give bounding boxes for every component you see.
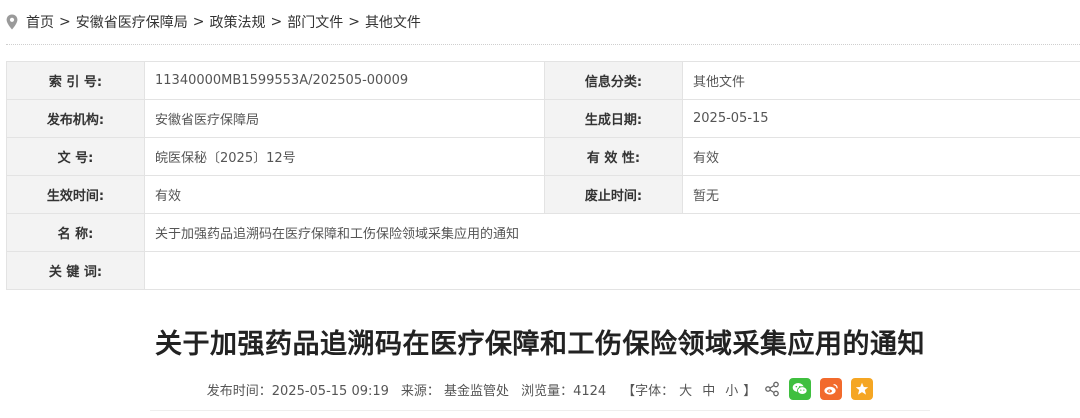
index-number-label: 索 引 号: — [6, 61, 145, 100]
document-number-label: 文 号: — [6, 137, 145, 176]
font-size-large-button[interactable]: 大 — [679, 384, 692, 399]
breadcrumb-separator: > — [59, 14, 71, 30]
effective-time-value: 有效 — [144, 175, 545, 214]
created-date-label: 生成日期: — [544, 99, 683, 138]
keywords-label: 关 键 词: — [6, 251, 145, 290]
font-size-prefix: 【字体： — [622, 383, 675, 399]
font-size-control: 【字体： 大中小】 — [622, 380, 756, 399]
index-number-value: 11340000MB1599553A/202505-00009 — [144, 61, 545, 100]
document-number-value: 皖医保秘〔2025〕12号 — [144, 137, 545, 176]
effective-time-label: 生效时间: — [6, 175, 145, 214]
breadcrumb-separator: > — [192, 14, 205, 30]
breadcrumb-bureau[interactable]: 安徽省医疗保障局 — [76, 12, 188, 32]
table-row: 发布机构: 安徽省医疗保障局 生成日期: 2025-05-15 — [6, 99, 1080, 138]
view-count: 浏览量：4124 — [521, 383, 607, 399]
breadcrumb-separator: > — [270, 14, 283, 30]
breadcrumb: 首页 > 安徽省医疗保障局 > 政策法规 > 部门文件 > 其他文件 — [6, 10, 421, 34]
wechat-icon[interactable] — [789, 378, 812, 400]
breadcrumb-divider — [6, 44, 1080, 45]
font-size-small-button[interactable]: 小 — [725, 384, 738, 399]
table-row: 关 键 词: — [6, 251, 1080, 290]
validity-label: 有 效 性: — [544, 137, 683, 176]
document-name-value: 关于加强药品追溯码在医疗保障和工伤保险领域采集应用的通知 — [144, 213, 1080, 252]
breadcrumb-policy[interactable]: 政策法规 — [209, 12, 265, 32]
breadcrumb-home[interactable]: 首页 — [26, 12, 54, 32]
table-row: 索 引 号: 11340000MB1599553A/202505-00009 信… — [6, 61, 1080, 100]
font-size-suffix: 】 — [743, 383, 757, 399]
source: 来源： 基金监管处 — [400, 383, 510, 399]
repeal-time-label: 废止时间: — [544, 175, 683, 214]
font-size-medium-button[interactable]: 中 — [702, 384, 715, 399]
location-pin-icon — [6, 14, 18, 30]
breadcrumb-other-docs[interactable]: 其他文件 — [365, 12, 421, 32]
keywords-value — [144, 251, 1080, 290]
star-icon[interactable] — [851, 378, 874, 400]
table-row: 文 号: 皖医保秘〔2025〕12号 有 效 性: 有效 — [6, 137, 1080, 176]
article-title: 关于加强药品追溯码在医疗保障和工伤保险领域采集应用的通知 — [155, 329, 925, 360]
publisher-label: 发布机构: — [6, 99, 145, 138]
category-value: 其他文件 — [682, 61, 1080, 100]
table-row: 名 称: 关于加强药品追溯码在医疗保障和工伤保险领域采集应用的通知 — [6, 213, 1080, 252]
breadcrumb-separator: > — [348, 14, 360, 30]
validity-value: 有效 — [682, 137, 1080, 176]
document-name-label: 名 称: — [6, 213, 145, 252]
repeal-time-value: 暂无 — [682, 175, 1080, 214]
weibo-icon[interactable] — [820, 378, 843, 400]
document-info-table: 索 引 号: 11340000MB1599553A/202505-00009 信… — [6, 61, 1080, 290]
table-row: 生效时间: 有效 废止时间: 暂无 — [6, 175, 1080, 214]
publisher-value: 安徽省医疗保障局 — [144, 99, 545, 138]
meta-divider — [150, 410, 930, 411]
share-icon[interactable] — [764, 381, 780, 397]
created-date-value: 2025-05-15 — [682, 99, 1080, 138]
category-label: 信息分类: — [544, 61, 683, 100]
article-meta: 发布时间：2025-05-15 09:19 来源： 基金监管处 浏览量：4124… — [0, 378, 1080, 400]
breadcrumb-department-docs[interactable]: 部门文件 — [287, 12, 343, 32]
publish-time: 发布时间：2025-05-15 09:19 — [206, 383, 389, 399]
